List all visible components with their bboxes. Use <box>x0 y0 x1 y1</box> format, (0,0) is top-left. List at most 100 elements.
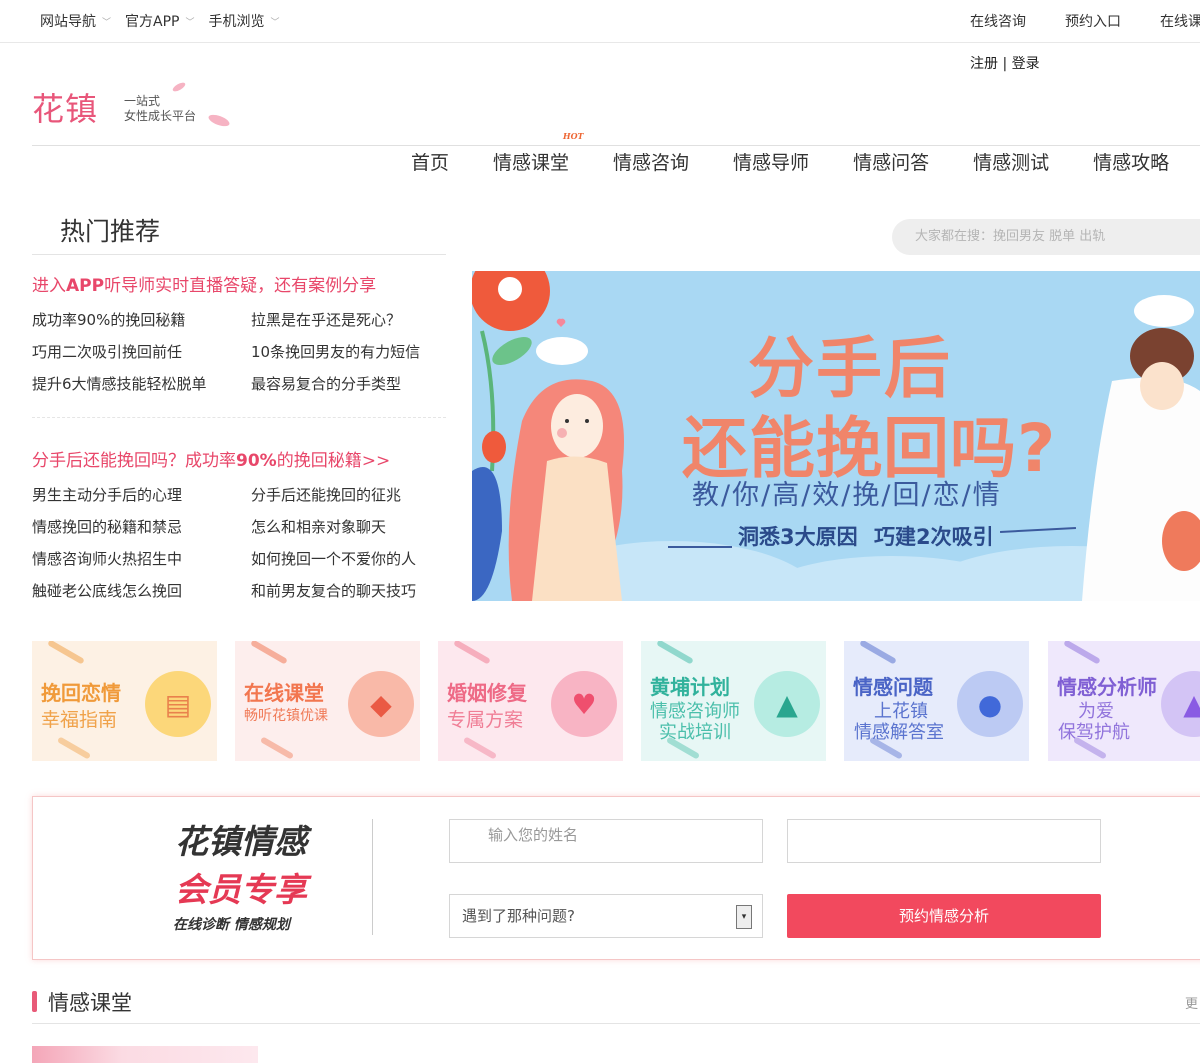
site-nav-label: 网站导航 <box>40 14 96 30</box>
member-divider <box>372 819 373 935</box>
promo-strong: APP <box>66 276 105 296</box>
tile-title: 在线课堂 <box>244 681 324 705</box>
nav-consult[interactable]: 情感咨询 <box>613 145 689 175</box>
stripe-decoration <box>259 736 295 760</box>
service-tile[interactable]: 情感问题 上花镇 情感解答室 ● <box>844 641 1029 761</box>
service-tile[interactable]: 挽回恋情幸福指南 ▤ <box>32 641 217 761</box>
nav-home[interactable]: 首页 <box>411 145 449 175</box>
article-link[interactable]: 情感挽回的秘籍和禁忌 <box>32 516 182 537</box>
article-link[interactable]: 拉黑是在乎还是死心？ <box>251 309 401 330</box>
hot-links-group-1: 成功率90%的挽回秘籍 拉黑是在乎还是死心？ 巧用二次吸引挽回前任 10条挽回男… <box>32 309 446 399</box>
tile-subtitle-2: 情感解答室 <box>854 722 944 743</box>
service-tile[interactable]: 婚姻修复 专属方案 ♥ <box>438 641 623 761</box>
nav-mentor[interactable]: 情感导师 <box>733 145 809 175</box>
article-link[interactable]: 触碰老公底线怎么挽回 <box>32 580 182 601</box>
tile-subtitle: 专属方案 <box>447 709 524 731</box>
chevron-down-icon: ﹀ <box>270 17 280 28</box>
member-title-2: 会员专享 <box>175 870 307 909</box>
article-link[interactable]: 男生主动分手后的心理 <box>32 484 182 505</box>
snow-globe-icon: ▲ <box>754 671 820 737</box>
nav-qa[interactable]: 情感问答 <box>853 145 929 175</box>
mobile-browse-menu[interactable]: 手机浏览 ﹀ <box>209 11 280 31</box>
login-link[interactable]: 登录 <box>1012 56 1040 72</box>
tile-subtitle-2: 保驾护航 <box>1058 722 1130 743</box>
register-link[interactable]: 注册 <box>970 56 998 72</box>
name-input[interactable]: 输入您的姓名 <box>449 819 763 863</box>
nav-guide[interactable]: 情感攻略 <box>1093 145 1169 175</box>
stripe-decoration <box>453 641 491 665</box>
section-title: 情感课堂 <box>48 991 132 1015</box>
slogan-line-2: 女性成长平台 <box>124 109 197 123</box>
nav-test[interactable]: 情感测试 <box>973 145 1049 175</box>
hot-divider <box>32 417 446 418</box>
stripe-decoration <box>56 736 92 760</box>
book-analysis-button[interactable]: 预约情感分析 <box>787 894 1101 938</box>
service-tile[interactable]: 在线课堂 畅听花镇优课 ◆ <box>235 641 420 761</box>
problem-select-value: 遇到了那种问题? <box>462 907 575 925</box>
hot-badge: HOT <box>563 131 584 141</box>
recovery-promo-link[interactable]: 分手后还能挽回吗？成功率90%的挽回秘籍>> <box>32 446 390 471</box>
article-link[interactable]: 怎么和相亲对象聊天 <box>251 516 386 537</box>
petal-decoration <box>171 80 187 94</box>
select-arrow-icon[interactable]: ▾ <box>736 905 752 929</box>
nav-course-label: 情感课堂 <box>493 152 570 174</box>
book-icon: ▤ <box>145 671 211 737</box>
article-link[interactable]: 成功率90%的挽回秘籍 <box>32 309 185 330</box>
top-bar: 网站导航 ﹀ 官方APP ﹀ 手机浏览 ﹀ 在线咨询 预约入口 在线课 <box>0 0 1200 43</box>
promo-text: 分手后还能挽回吗？成功率 <box>32 451 236 471</box>
slogan-line-1: 一站式 <box>124 94 161 108</box>
tile-title: 挽回恋情 <box>41 681 121 705</box>
tile-title: 情感问题 <box>853 675 933 699</box>
promo-text: 听导师实时直播答疑，还有案例分享 <box>104 276 377 296</box>
pyramid-icon: ▲ <box>1161 671 1200 737</box>
lightbulb-icon: ● <box>957 671 1023 737</box>
tile-subtitle: 幸福指南 <box>41 709 118 731</box>
nav-course[interactable]: 情感课堂 HOT <box>493 131 583 175</box>
stripe-decoration <box>462 736 498 760</box>
main-nav: 首页 情感课堂 HOT 情感咨询 情感导师 情感问答 情感测试 情感攻略 <box>411 131 1169 175</box>
app-promo-link[interactable]: 进入APP听导师实时直播答疑，还有案例分享 <box>32 271 376 296</box>
course-thumbnail[interactable] <box>32 1046 258 1063</box>
problem-select[interactable]: 遇到了那种问题? ▾ <box>449 894 763 938</box>
service-tile[interactable]: 情感分析师 为爱 保驾护航 ▲ <box>1048 641 1200 761</box>
site-nav-menu[interactable]: 网站导航 ﹀ <box>40 11 111 31</box>
heart-icon: ♥ <box>551 671 617 737</box>
article-link[interactable]: 10条挽回男友的有力短信 <box>251 341 420 362</box>
promo-text: 的挽回秘籍>> <box>276 451 391 471</box>
article-link[interactable]: 巧用二次吸引挽回前任 <box>32 341 182 362</box>
service-tile[interactable]: 黄埔计划 情感咨询师 实战培训 ▲ <box>641 641 826 761</box>
hot-links-group-2: 男生主动分手后的心理 分手后还能挽回的征兆 情感挽回的秘籍和禁忌 怎么和相亲对象… <box>32 484 446 604</box>
tile-subtitle: 畅听花镇优课 <box>244 708 328 724</box>
section-more-link[interactable]: 更 <box>1185 993 1198 1012</box>
logo-wordmark: 花镇 <box>32 90 99 128</box>
article-link[interactable]: 提升6大情感技能轻松脱单 <box>32 373 207 394</box>
online-course-link[interactable]: 在线课 <box>1160 11 1200 31</box>
promo-text: 进入 <box>32 276 66 296</box>
hero-banner[interactable]: 分手后 还能挽回吗? 教/你/高/效/挽/回/恋/情 洞悉3大原因 巧建2次吸引 <box>472 271 1200 601</box>
stripe-decoration <box>859 641 897 665</box>
stripe-decoration <box>1063 641 1101 665</box>
banner-subtitle: 教/你/高/效/挽/回/恋/情 <box>692 480 1002 511</box>
article-link[interactable]: 如何挽回一个不爱你的人 <box>251 548 416 569</box>
article-link[interactable]: 分手后还能挽回的征兆 <box>251 484 401 505</box>
chevron-down-icon: ﹀ <box>102 17 112 28</box>
stripe-decoration <box>250 641 288 665</box>
article-link[interactable]: 情感咨询师火热招生中 <box>32 548 182 569</box>
article-link[interactable]: 和前男友复合的聊天技巧 <box>251 580 416 601</box>
article-link[interactable]: 最容易复合的分手类型 <box>251 373 401 394</box>
section-divider <box>32 1023 1200 1024</box>
tile-title: 情感分析师 <box>1057 675 1157 699</box>
stripe-decoration <box>47 641 85 665</box>
hot-section-title: 热门推荐 <box>60 217 161 246</box>
auth-separator: | <box>1002 56 1008 72</box>
phone-input[interactable] <box>787 819 1101 863</box>
section-accent-bar <box>32 991 37 1012</box>
official-app-menu[interactable]: 官方APP ﹀ <box>125 11 194 31</box>
online-consult-link[interactable]: 在线咨询 <box>970 11 1026 31</box>
member-subtitle: 在线诊断 情感规划 <box>173 917 290 933</box>
booking-entry-link[interactable]: 预约入口 <box>1065 11 1121 31</box>
official-app-label: 官方APP <box>125 14 180 30</box>
top-bar-left: 网站导航 ﹀ 官方APP ﹀ 手机浏览 ﹀ <box>40 11 280 31</box>
search-input[interactable]: 大家都在搜：挽回男友 脱单 出轨 <box>892 219 1200 255</box>
tile-title: 黄埔计划 <box>650 675 730 699</box>
